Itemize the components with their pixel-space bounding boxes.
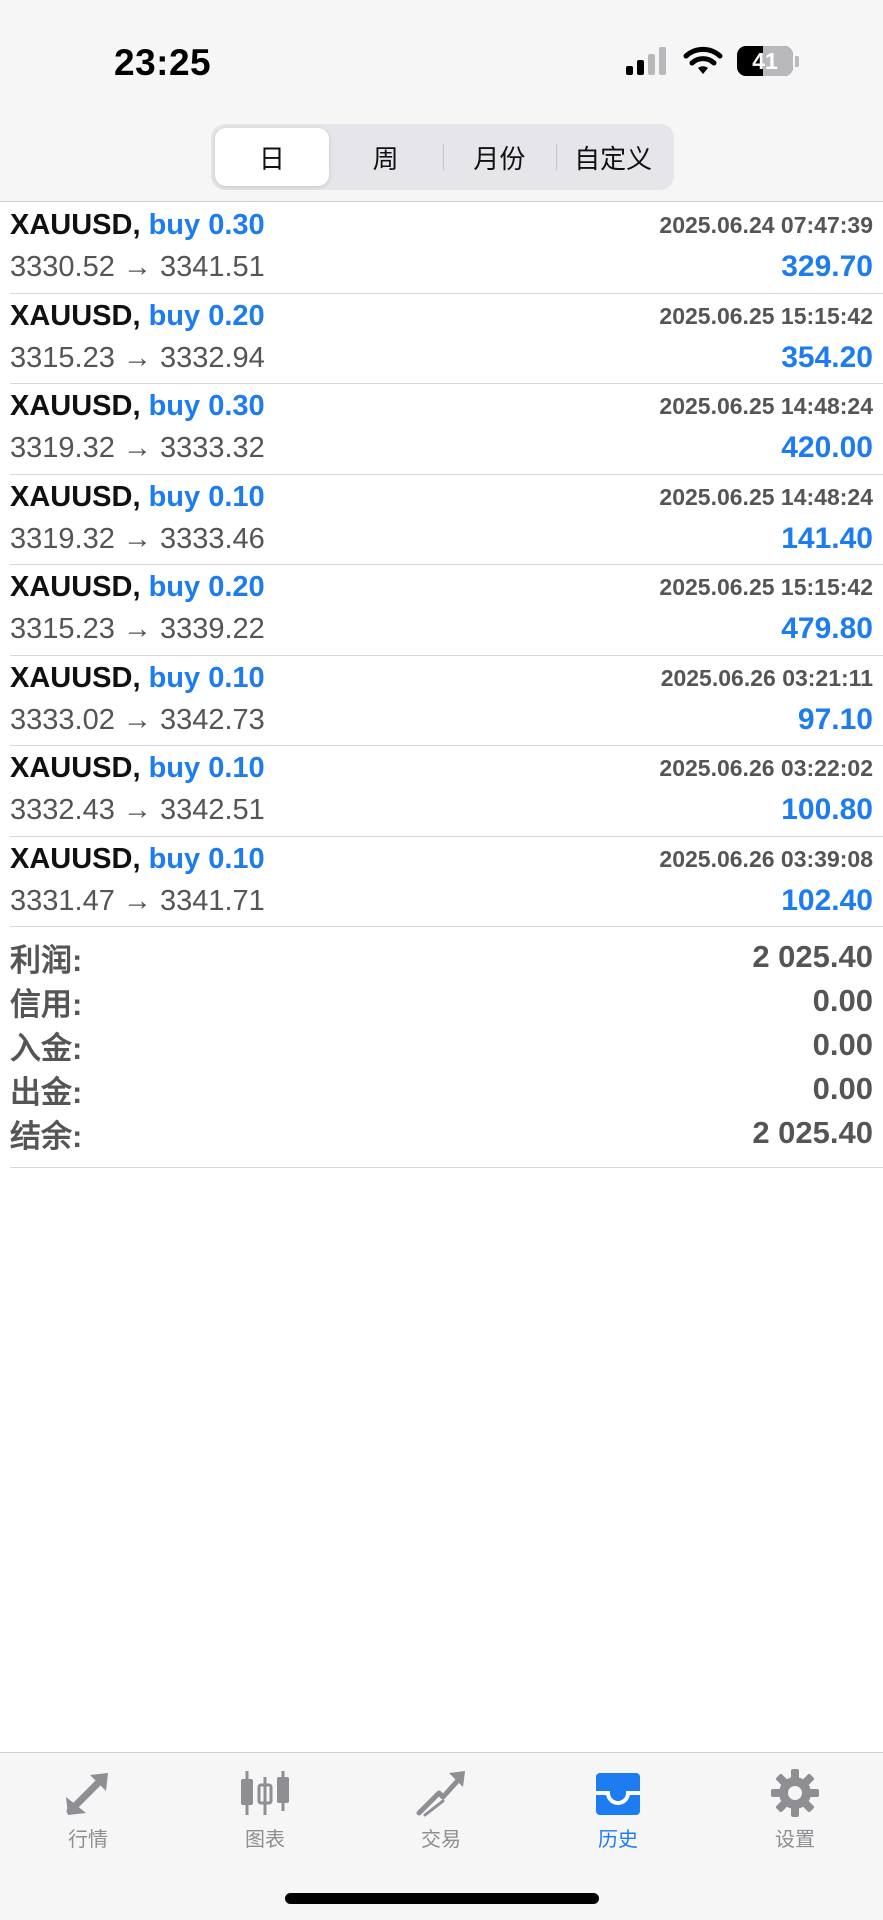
summary-withdrawal: 出金: 0.00 <box>10 1071 873 1110</box>
status-icons: 41 <box>625 46 799 76</box>
trade-row[interactable]: XAUUSD, buy 0.10 2025.06.25 14:48:24 331… <box>10 475 883 565</box>
trade-profit: 420.00 <box>781 431 873 464</box>
tab-chart[interactable]: 图表 <box>205 1767 325 1852</box>
trade-datetime: 2025.06.26 03:21:11 <box>660 664 873 691</box>
trade-profit: 102.40 <box>781 883 873 917</box>
trade-side: buy 0.10 <box>148 480 265 513</box>
trade-datetime: 2025.06.24 07:47:39 <box>659 212 873 238</box>
home-indicator[interactable] <box>285 1893 599 1904</box>
trade-side: buy 0.20 <box>148 571 265 603</box>
tab-quotes[interactable]: 行情 <box>28 1767 148 1852</box>
trade-symbol: XAUUSD, buy 0.20 <box>10 571 265 603</box>
trade-side: buy 0.30 <box>148 390 265 422</box>
trade-side: buy 0.10 <box>148 752 265 784</box>
trade-datetime: 2025.06.26 03:39:08 <box>659 845 873 872</box>
trade-datetime: 2025.06.25 15:15:42 <box>659 574 873 600</box>
segment-custom[interactable]: 自定义 <box>556 128 670 186</box>
trade-prices: 3319.32 → 3333.46 <box>10 522 265 555</box>
trade-datetime: 2025.06.26 03:22:02 <box>659 755 873 781</box>
trade-symbol: XAUUSD, buy 0.10 <box>10 842 265 875</box>
trade-prices: 3330.52 → 3341.51 <box>10 251 265 283</box>
trade-symbol: XAUUSD, buy 0.10 <box>10 661 265 694</box>
trade-side: buy 0.20 <box>148 299 265 332</box>
tab-history[interactable]: 历史 <box>558 1767 678 1852</box>
gear-icon <box>771 1769 819 1817</box>
trade-profit: 354.20 <box>781 340 873 374</box>
history-inbox-icon <box>596 1773 640 1815</box>
quotes-arrows-icon <box>66 1773 108 1815</box>
trade-prices: 3331.47 → 3341.71 <box>10 884 265 917</box>
trade-symbol: XAUUSD, buy 0.20 <box>10 299 265 332</box>
summary-balance: 结余: 2 025.40 <box>10 1115 873 1154</box>
trade-row[interactable]: XAUUSD, buy 0.10 2025.06.26 03:39:08 333… <box>10 837 883 927</box>
battery-level: 41 <box>752 47 778 74</box>
trade-prices: 3333.02 → 3342.73 <box>10 703 265 736</box>
trade-datetime: 2025.06.25 15:15:42 <box>659 302 873 329</box>
battery-icon: 41 <box>737 46 793 76</box>
trade-prices: 3315.23 → 3332.94 <box>10 341 265 374</box>
trade-profit: 329.70 <box>781 250 873 283</box>
trade-datetime: 2025.06.25 14:48:24 <box>659 483 873 510</box>
wifi-icon <box>683 46 723 74</box>
trade-prices: 3319.32 → 3333.32 <box>10 432 265 464</box>
status-time: 23:25 <box>114 42 212 83</box>
trade-prices: 3332.43 → 3342.51 <box>10 794 265 826</box>
tab-trade[interactable]: 交易 <box>381 1767 501 1852</box>
segment-day[interactable]: 日 <box>215 128 329 186</box>
trade-datetime: 2025.06.25 14:48:24 <box>659 393 873 419</box>
period-segmented-control: 日 周 月份 自定义 <box>211 124 674 190</box>
summary-profit: 利润: 2 025.40 <box>10 939 873 978</box>
tab-settings[interactable]: 设置 <box>735 1767 855 1852</box>
summary-deposit: 入金: 0.00 <box>10 1027 873 1066</box>
trade-trend-icon <box>416 1771 465 1817</box>
segment-month[interactable]: 月份 <box>442 128 557 186</box>
summary-credit: 信用: 0.00 <box>10 983 873 1022</box>
trade-profit: 97.10 <box>797 702 873 736</box>
segment-week[interactable]: 周 <box>329 128 443 186</box>
trade-row[interactable]: XAUUSD, buy 0.30 2025.06.25 14:48:24 331… <box>10 384 883 475</box>
trade-row[interactable]: XAUUSD, buy 0.10 2025.06.26 03:21:11 333… <box>10 656 883 746</box>
trade-row[interactable]: XAUUSD, buy 0.10 2025.06.26 03:22:02 333… <box>10 746 883 837</box>
candlestick-chart-icon <box>241 1771 289 1815</box>
trade-history-list: XAUUSD, buy 0.30 2025.06.24 07:47:39 333… <box>10 203 883 927</box>
trade-symbol: XAUUSD, buy 0.30 <box>10 390 265 422</box>
top-bar: 23:25 41 日 周 月份 自定义 <box>0 0 883 202</box>
cellular-signal-icon <box>626 47 666 75</box>
trade-row[interactable]: XAUUSD, buy 0.30 2025.06.24 07:47:39 333… <box>10 203 883 294</box>
trade-profit: 479.80 <box>781 612 873 645</box>
trade-side: buy 0.10 <box>148 661 265 694</box>
trade-prices: 3315.23 → 3339.22 <box>10 613 265 645</box>
trade-symbol: XAUUSD, buy 0.10 <box>10 752 265 784</box>
trade-row[interactable]: XAUUSD, buy 0.20 2025.06.25 15:15:42 331… <box>10 565 883 656</box>
trade-profit: 100.80 <box>781 793 873 826</box>
trade-row[interactable]: XAUUSD, buy 0.20 2025.06.25 15:15:42 331… <box>10 294 883 384</box>
account-summary: 利润: 2 025.40 信用: 0.00 入金: 0.00 出金: 0.00 结余: 2… <box>10 935 883 1168</box>
trade-symbol: XAUUSD, buy 0.30 <box>10 209 265 241</box>
trade-side: buy 0.30 <box>148 209 265 241</box>
trade-side: buy 0.10 <box>148 842 265 875</box>
trade-profit: 141.40 <box>781 521 873 555</box>
trade-symbol: XAUUSD, buy 0.10 <box>10 480 265 513</box>
